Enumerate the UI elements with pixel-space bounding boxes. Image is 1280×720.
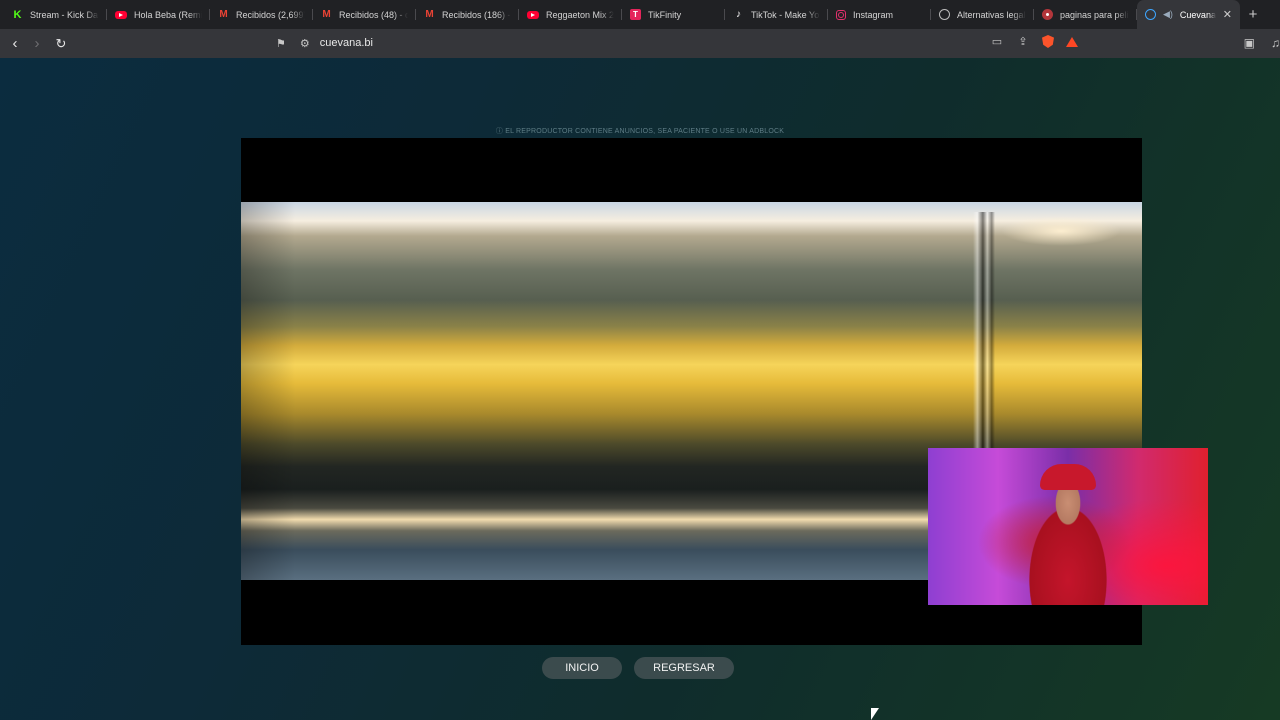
bookmark-icon[interactable]: ⚑: [276, 37, 286, 50]
tab-gmail-1[interactable]: M Recibidos (2,699): [210, 0, 313, 29]
tab-tikfinity[interactable]: T TikFinity: [622, 0, 725, 29]
site-settings-icon[interactable]: ⚙: [300, 37, 310, 50]
tikfinity-icon: T: [630, 9, 641, 20]
tab-tiktok[interactable]: ♪ TikTok - Make Yo: [725, 0, 828, 29]
tab-youtube-hola-beba[interactable]: Hola Beba (Remix: [107, 0, 210, 29]
youtube-icon: [527, 10, 539, 19]
tab-instagram[interactable]: Instagram: [828, 0, 931, 29]
speaker-icon[interactable]: ◀): [1163, 9, 1173, 20]
webcam-overlay: [928, 448, 1208, 605]
nav-buttons: INICIO REGRESAR: [0, 657, 1280, 679]
tab-title: Recibidos (2,699): [236, 9, 305, 20]
new-tab-button[interactable]: +: [1240, 6, 1266, 23]
cap-image: [1040, 464, 1096, 490]
tab-title: paginas para peli: [1060, 9, 1129, 20]
page-content: ⓘ EL REPRODUCTOR CONTIENE ANUNCIOS, SEA …: [0, 58, 1280, 720]
ad-notice: ⓘ EL REPRODUCTOR CONTIENE ANUNCIOS, SEA …: [495, 128, 785, 135]
cuevana-icon: [1145, 9, 1156, 20]
tab-title: Alternativas legal: [957, 9, 1026, 20]
tab-title: TikFinity: [648, 9, 682, 20]
tab-title: TikTok - Make Yo: [751, 9, 820, 20]
tab-kick[interactable]: K Stream - Kick Da: [4, 0, 107, 29]
gmail-icon: M: [425, 9, 434, 20]
tab-title: Recibidos (48) - c: [339, 9, 408, 20]
brave-rewards-icon[interactable]: [1066, 36, 1078, 47]
tab-gmail-2[interactable]: M Recibidos (48) - c: [313, 0, 416, 29]
tab-gmail-3[interactable]: M Recibidos (186) -: [416, 0, 519, 29]
browser-toolbar: ‹ › ↻ ⚑ ⚙ cuevana.bi ▭ ⇪ ▣ ♫: [0, 29, 1280, 58]
inicio-button[interactable]: INICIO: [542, 657, 622, 679]
close-icon[interactable]: ✕: [1223, 8, 1232, 21]
youtube-icon: [115, 10, 127, 19]
address-bar[interactable]: ⚑ ⚙ cuevana.bi ▭ ⇪: [276, 32, 1084, 54]
tab-title: Reggaeton Mix 2: [546, 9, 614, 20]
tab-strip: K Stream - Kick Da Hola Beba (Remix M Re…: [0, 0, 1280, 29]
share-icon[interactable]: ⇪: [1016, 35, 1030, 48]
reload-icon[interactable]: ↻: [50, 36, 72, 52]
back-icon[interactable]: ‹: [4, 35, 26, 52]
instagram-icon: [836, 9, 846, 20]
gmail-icon: M: [322, 9, 331, 20]
video-highlight: [973, 212, 995, 452]
tab-title: Recibidos (186) -: [442, 9, 511, 20]
cast-icon[interactable]: ▭: [990, 35, 1004, 48]
brave-shield-icon[interactable]: [1042, 35, 1054, 48]
gmail-icon: M: [219, 9, 228, 20]
video-flare: [1001, 216, 1121, 246]
media-icon[interactable]: ♫: [1271, 36, 1280, 50]
tiktok-icon: ♪: [736, 9, 741, 20]
tab-youtube-reggaeton[interactable]: Reggaeton Mix 2: [519, 0, 622, 29]
tab-paginas[interactable]: paginas para peli: [1034, 0, 1137, 29]
forward-icon[interactable]: ›: [26, 35, 48, 52]
tab-title: Cuevana: [1179, 9, 1216, 20]
tab-alternativas[interactable]: Alternativas legal: [931, 0, 1034, 29]
kick-icon: K: [13, 8, 22, 21]
tab-cuevana[interactable]: ◀) Cuevana ✕: [1137, 0, 1240, 29]
mouse-cursor: [871, 708, 879, 720]
tab-title: Instagram: [853, 9, 894, 20]
sidebar-icon[interactable]: ▣: [1244, 36, 1255, 50]
url-text[interactable]: cuevana.bi: [320, 37, 373, 49]
regresar-button[interactable]: REGRESAR: [634, 657, 734, 679]
pin-icon: [1042, 9, 1053, 20]
tab-title: Stream - Kick Da: [30, 9, 99, 20]
globe-icon: [939, 9, 950, 20]
tab-title: Hola Beba (Remix: [134, 9, 202, 20]
